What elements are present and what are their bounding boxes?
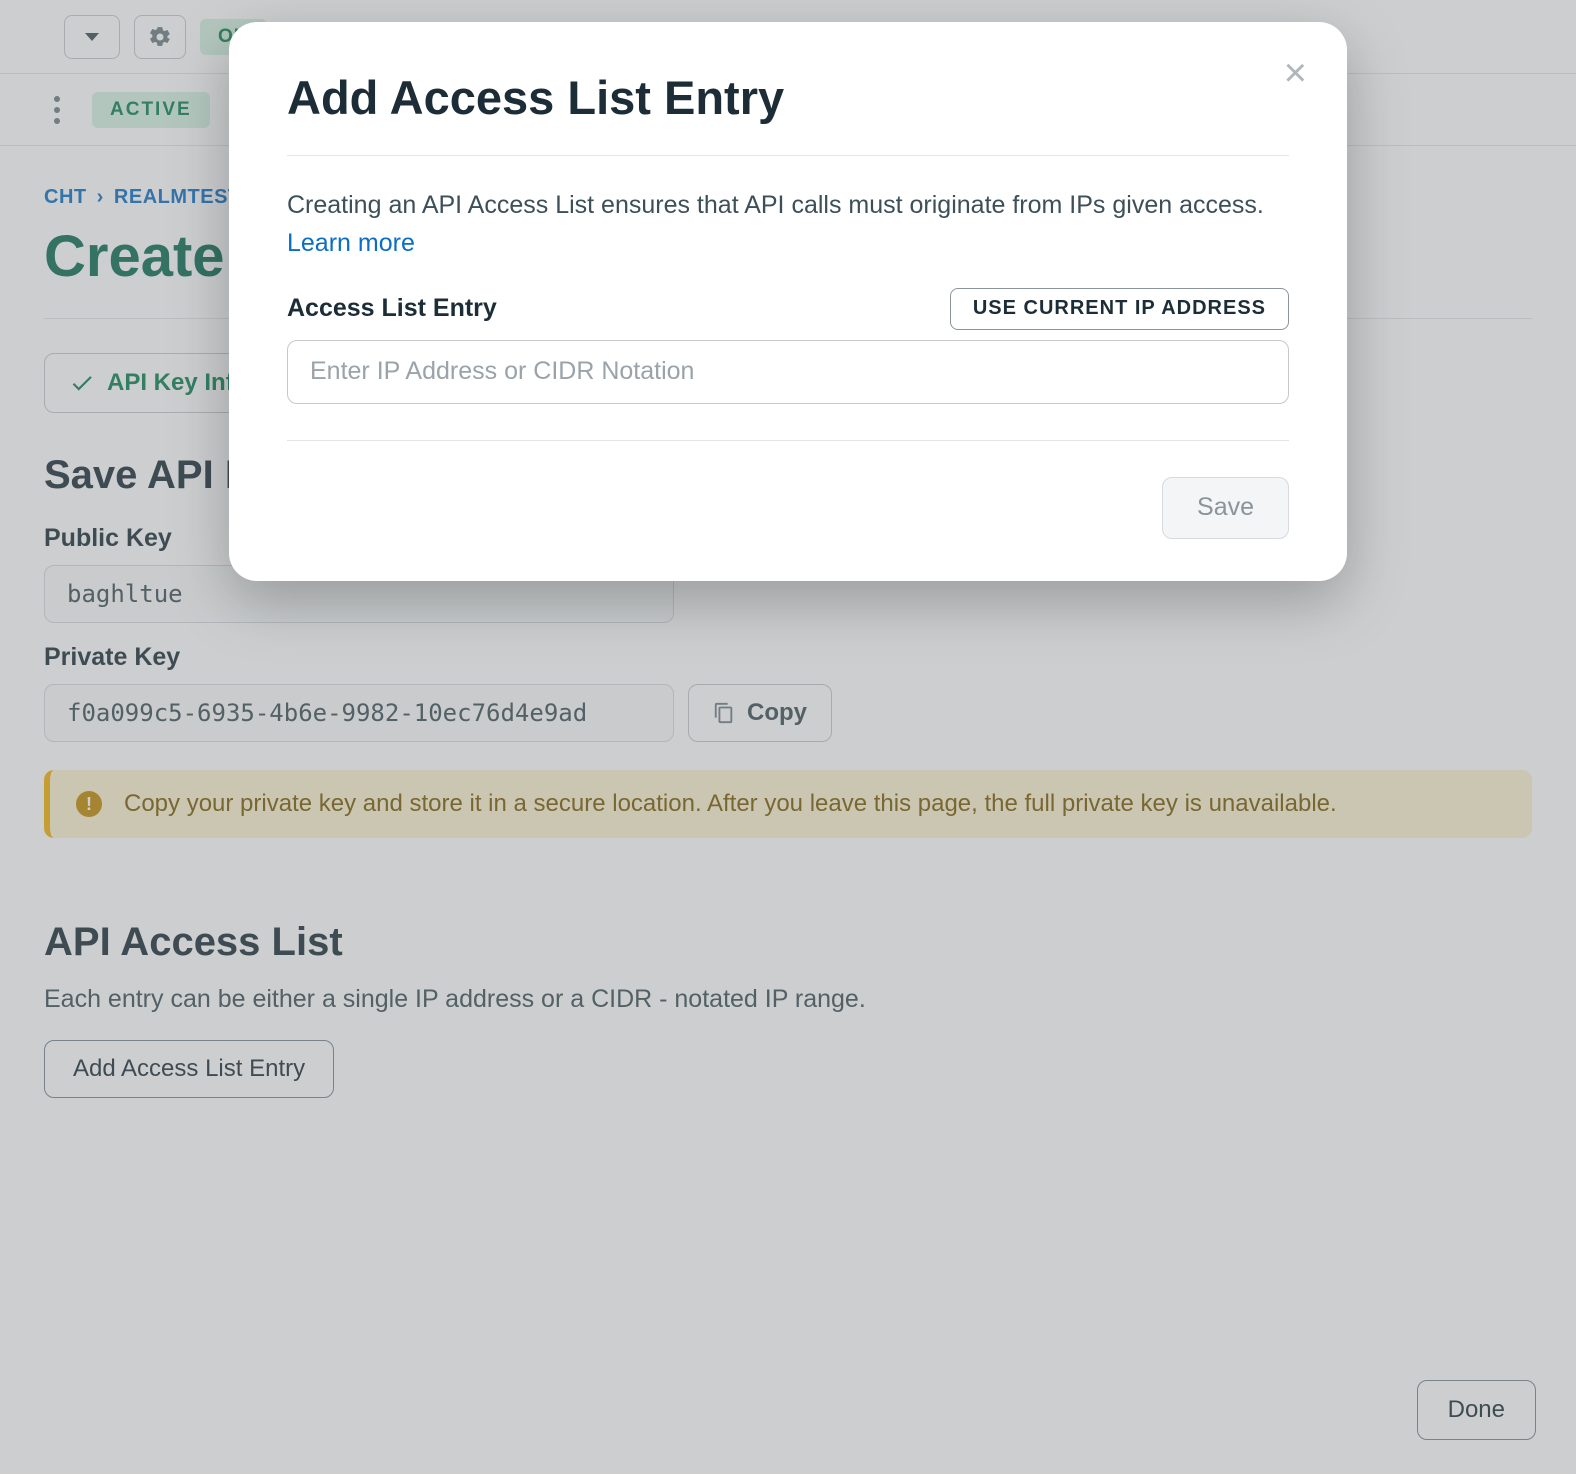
modal-divider <box>287 155 1289 156</box>
modal-title: Add Access List Entry <box>287 70 1289 125</box>
modal-description: Creating an API Access List ensures that… <box>287 186 1289 225</box>
modal-divider-2 <box>287 440 1289 441</box>
access-list-entry-input[interactable] <box>287 340 1289 404</box>
save-button[interactable]: Save <box>1162 477 1289 539</box>
close-icon: × <box>1284 51 1307 95</box>
use-current-ip-button[interactable]: USE CURRENT IP ADDRESS <box>950 288 1289 330</box>
learn-more-link[interactable]: Learn more <box>287 229 415 257</box>
add-access-list-modal: × Add Access List Entry Creating an API … <box>229 22 1347 581</box>
modal-overlay: × Add Access List Entry Creating an API … <box>0 0 1576 1474</box>
access-list-entry-label: Access List Entry <box>287 294 497 323</box>
close-button[interactable]: × <box>1278 52 1313 94</box>
